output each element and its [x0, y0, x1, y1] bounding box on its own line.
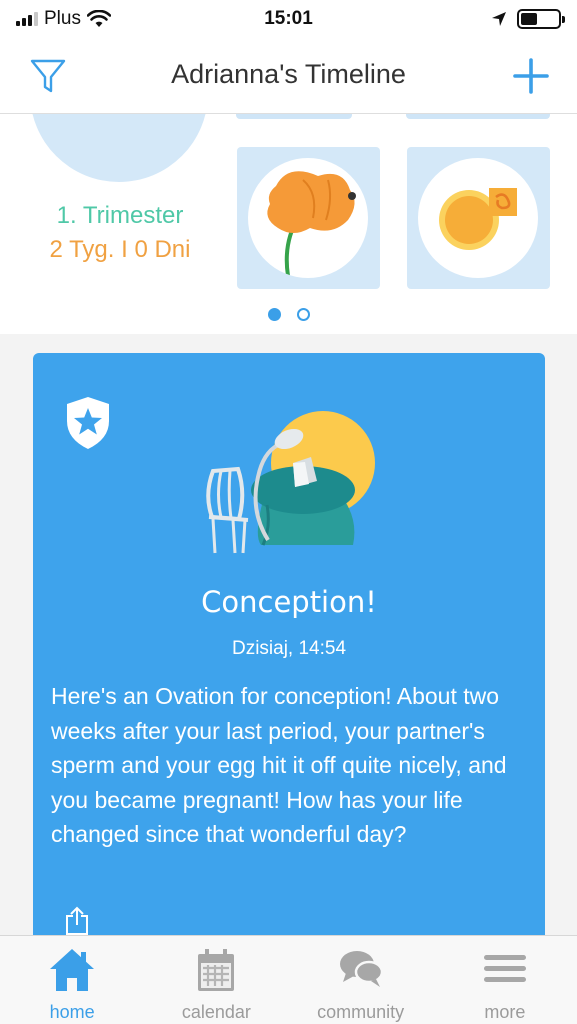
- star-shield-icon: [67, 397, 109, 449]
- home-icon: [50, 949, 95, 991]
- pregnancy-duration: 2 Tyg. I 0 Dni: [49, 236, 191, 263]
- poppy-flower-icon: [267, 171, 356, 277]
- poppy-card[interactable]: [237, 147, 380, 289]
- tab-community-label: community: [317, 1002, 405, 1022]
- add-button[interactable]: [511, 56, 551, 96]
- ovation-card: Conception! Dzisiaj, 14:54 Here's an Ova…: [33, 353, 545, 1024]
- page-title: Adrianna's Timeline: [171, 59, 406, 89]
- egg-cell-card[interactable]: [407, 147, 550, 289]
- plus-icon: [513, 58, 549, 94]
- page-dot[interactable]: [296, 308, 310, 321]
- chat-bubbles-icon: [339, 951, 383, 987]
- share-icon[interactable]: [63, 906, 91, 936]
- week-carousel[interactable]: 1. Trimester 2 Tyg. I 0 Dni: [0, 114, 577, 334]
- egg-cell-icon: [439, 188, 517, 250]
- calendar-icon: [198, 949, 235, 991]
- card-stub: [236, 114, 352, 119]
- ovation-body: Here's an Ovation for conception! About …: [51, 683, 507, 848]
- tab-more[interactable]: more: [433, 936, 577, 1024]
- carousel-pagination[interactable]: [0, 308, 577, 321]
- battery-level: [521, 13, 538, 25]
- battery-icon: [517, 9, 565, 29]
- status-bar: Plus 15:01: [0, 0, 577, 40]
- status-right: [491, 9, 565, 29]
- tab-more-label: more: [484, 1002, 526, 1022]
- egg-card-circle: [418, 158, 538, 278]
- card-stub: [406, 114, 550, 119]
- location-arrow-icon: [492, 12, 506, 26]
- tab-community[interactable]: community: [289, 936, 433, 1024]
- tab-home[interactable]: home: [0, 936, 144, 1024]
- menu-icon: [483, 955, 526, 982]
- tab-calendar-label: calendar: [181, 1002, 251, 1022]
- tab-home-label: home: [49, 1002, 95, 1022]
- ovation-title: Conception!: [201, 585, 377, 619]
- tab-bar: home calendar community more: [0, 935, 577, 1024]
- trimester-label: 1. Trimester: [56, 202, 184, 229]
- poppy-card-circle: [248, 158, 368, 278]
- ovation-date: Dzisiaj, 14:54: [231, 638, 347, 659]
- week-circle: [30, 114, 208, 182]
- cafe-table-illustration: [206, 411, 375, 554]
- app-header: Adrianna's Timeline: [0, 40, 577, 114]
- page-dot[interactable]: [267, 308, 281, 321]
- tab-calendar[interactable]: calendar: [144, 936, 288, 1024]
